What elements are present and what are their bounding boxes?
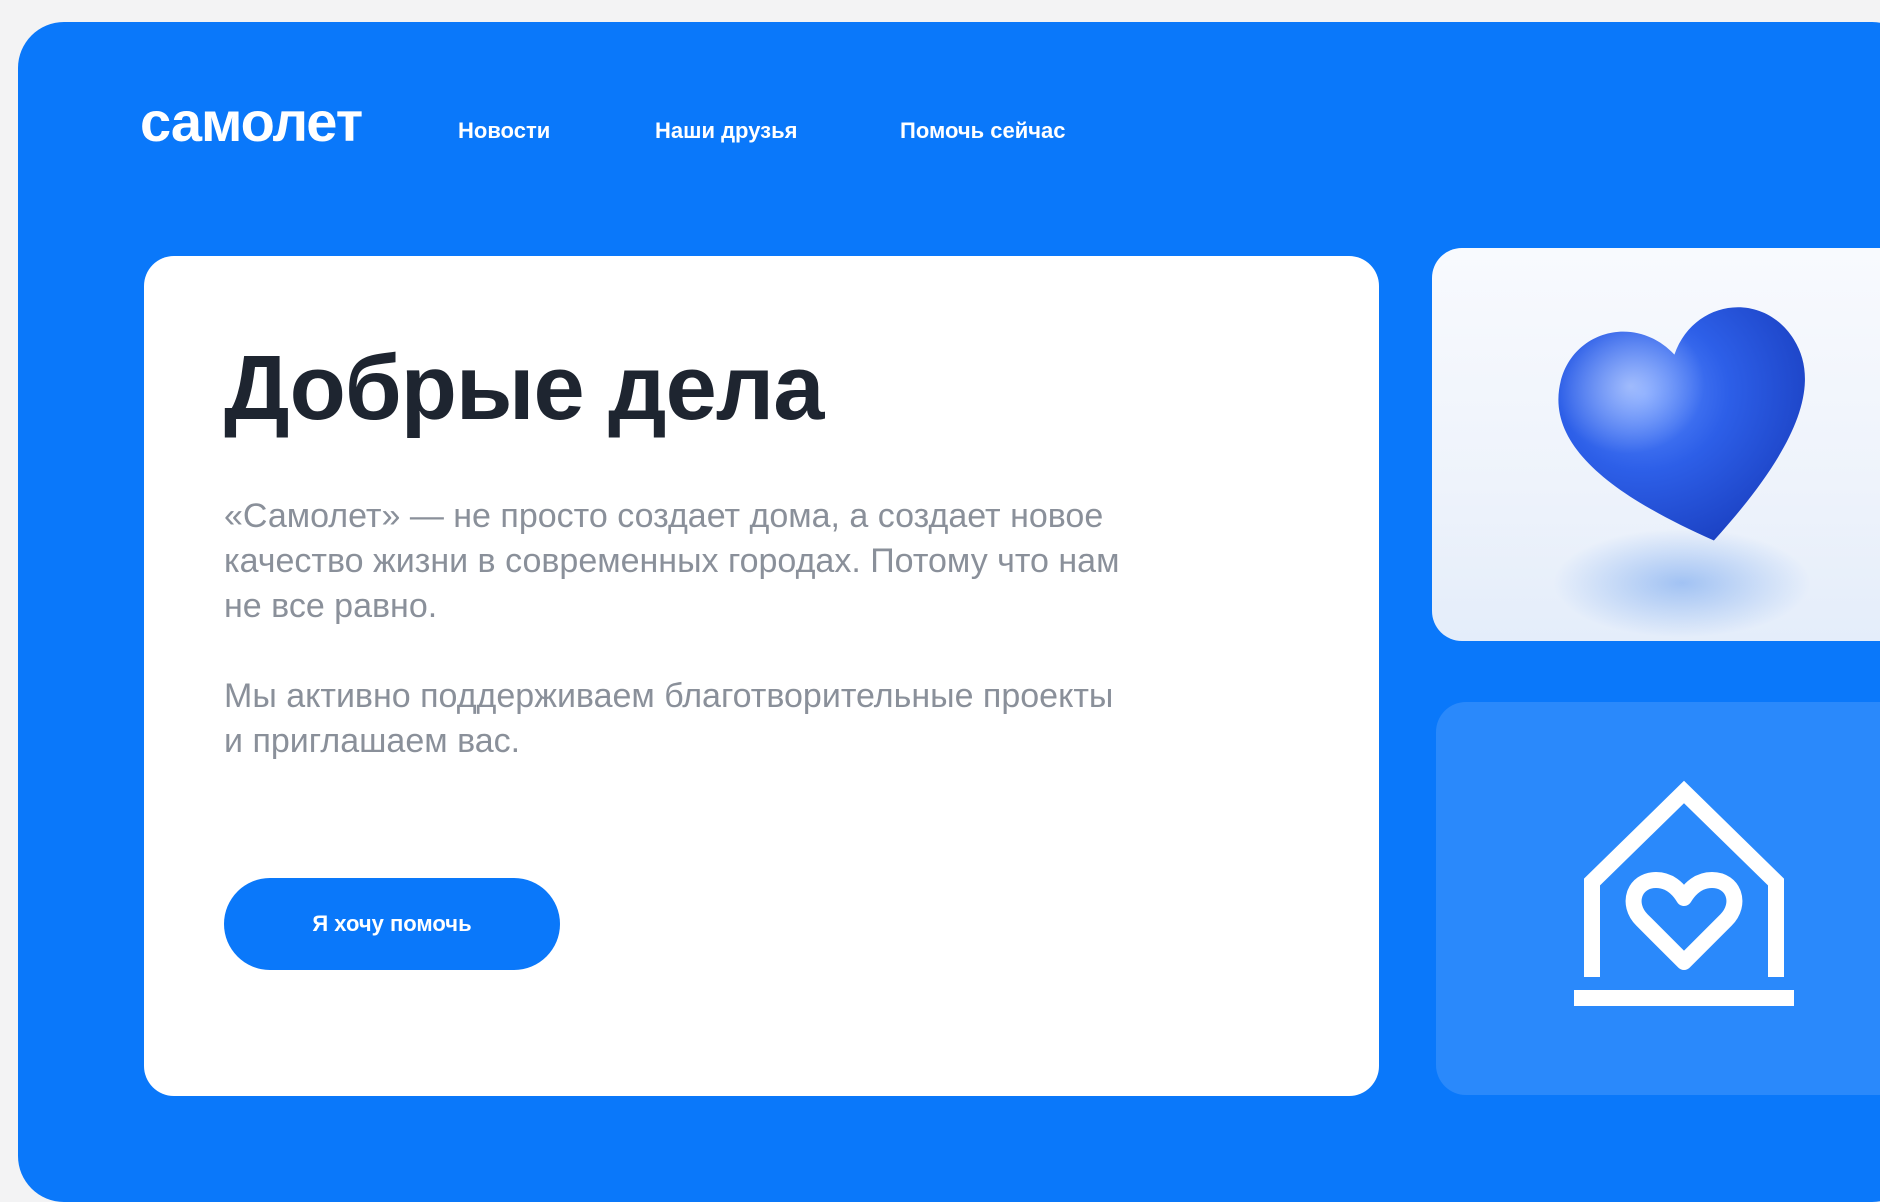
help-cta-button[interactable]: Я хочу помочь — [224, 878, 560, 970]
hero-description: «Самолет» — не просто создает дома, а со… — [224, 497, 1120, 625]
nav-link-news[interactable]: Новости — [458, 118, 550, 144]
brand-logo[interactable]: самолет — [140, 94, 363, 150]
heart-card — [1432, 248, 1880, 641]
page-frame: самолет Новости Наши друзья Помочь сейча… — [18, 22, 1880, 1202]
hero-title: Добрые дела — [224, 337, 824, 439]
home-card — [1436, 702, 1880, 1095]
house-with-heart-icon — [1574, 780, 1794, 1006]
nav-link-help-now[interactable]: Помочь сейчас — [900, 118, 1065, 144]
nav-link-friends[interactable]: Наши друзья — [655, 118, 797, 144]
heart-3d-icon — [1558, 307, 1805, 541]
hero-invitation: Мы активно поддерживаем благотворительны… — [224, 677, 1114, 760]
hero-card: Добрые дела «Самолет» — не просто создае… — [144, 256, 1379, 1096]
